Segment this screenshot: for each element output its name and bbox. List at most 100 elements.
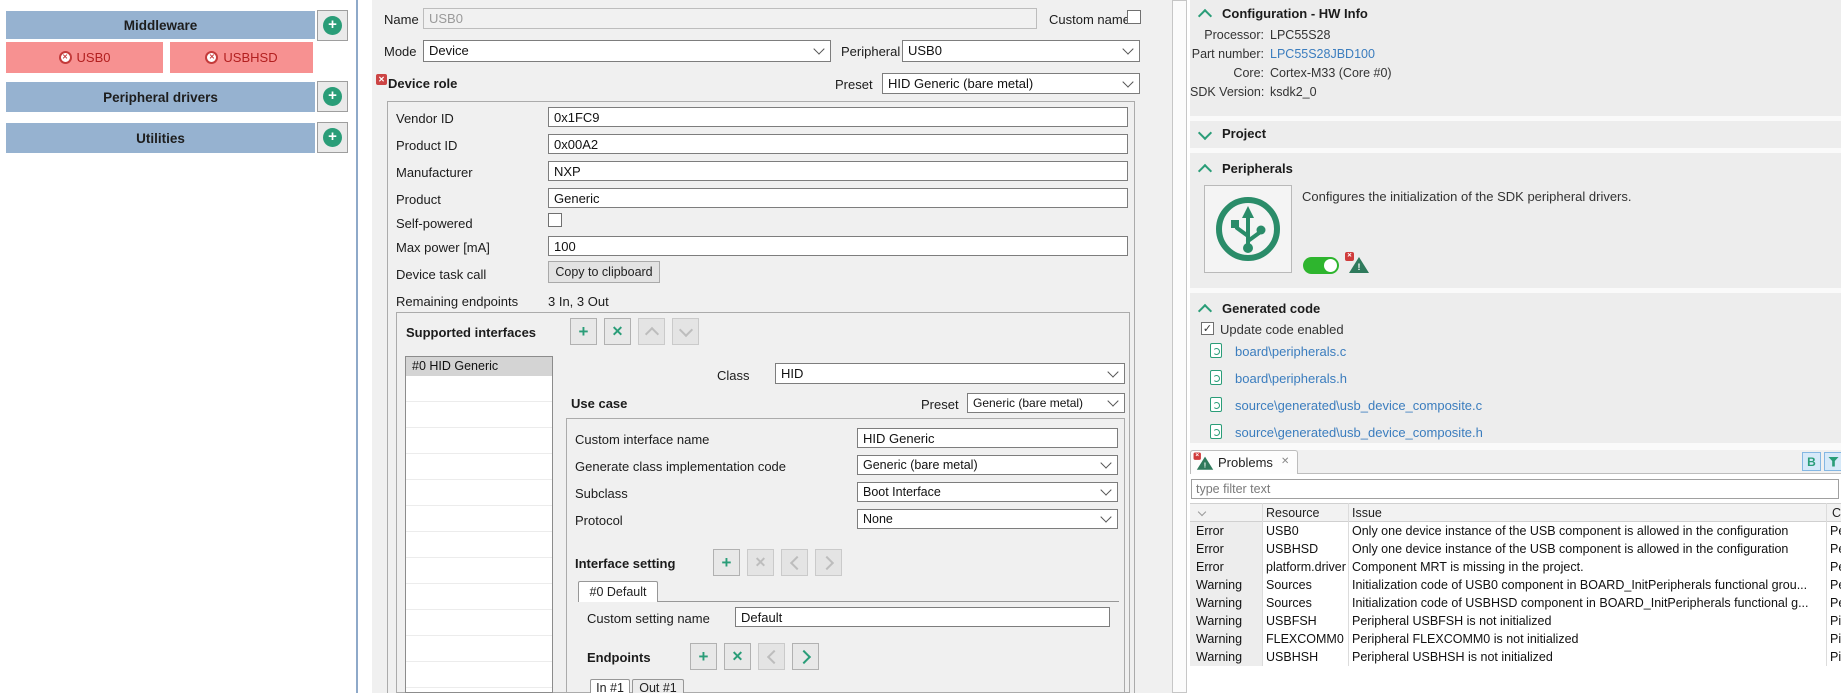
add-peripheral-driver-button[interactable]: + <box>317 81 348 112</box>
add-utility-button[interactable]: + <box>317 122 348 153</box>
peripheral-select[interactable]: USB0 <box>902 40 1140 62</box>
peripherals-tool-icon[interactable] <box>1204 185 1292 273</box>
peripherals-enable-toggle[interactable] <box>1303 257 1339 274</box>
problem-row[interactable]: Error USB0 Only one device instance of t… <box>1190 522 1841 540</box>
custom-name-checkbox[interactable] <box>1127 10 1141 24</box>
problems-table-header[interactable]: Resource Issue C <box>1190 503 1841 522</box>
error-circle-icon: ✕ <box>58 51 72 64</box>
class-select[interactable]: HID <box>775 363 1125 384</box>
empty-list-row <box>406 584 552 610</box>
generated-file-link[interactable]: source\generated\usb_device_composite.c <box>1235 398 1482 413</box>
plus-icon: + <box>323 87 342 106</box>
hw-info-title[interactable]: Configuration - HW Info <box>1222 6 1368 21</box>
product-id-label: Product ID <box>396 138 458 153</box>
utilities-section-header[interactable]: Utilities <box>6 123 315 153</box>
product-id-input[interactable]: 0x00A2 <box>548 134 1128 154</box>
overview-panel: Configuration - HW Info Processor: LPC55… <box>1190 0 1841 693</box>
endpoint-next-button[interactable] <box>792 643 819 670</box>
collapse-chevron-icon[interactable] <box>1197 163 1213 179</box>
expand-chevron-icon[interactable] <box>1197 125 1213 141</box>
endpoint-tab-in[interactable]: In #1 <box>590 679 630 693</box>
chevron-down-icon <box>678 322 693 337</box>
vertical-scrollbar[interactable] <box>1172 0 1187 693</box>
problem-row[interactable]: Warning FLEXCOMM0 Peripheral FLEXCOMM0 i… <box>1190 630 1841 648</box>
generated-file-link[interactable]: board\peripherals.h <box>1235 371 1347 386</box>
custom-interface-name-label: Custom interface name <box>575 432 710 447</box>
device-role-error-icon: ✕ <box>376 74 387 85</box>
severity-cell: Warning <box>1196 578 1243 592</box>
endpoint-remove-button[interactable]: ✕ <box>724 643 751 670</box>
problem-row[interactable]: Error platform.drivers.... Component MRT… <box>1190 558 1841 576</box>
generated-file-link[interactable]: source\generated\usb_device_composite.h <box>1235 425 1483 440</box>
peripheral-label: Peripheral <box>841 44 901 59</box>
problems-filter-input[interactable]: type filter text <box>1191 479 1839 499</box>
use-case-preset-label: Preset <box>921 397 959 412</box>
generated-code-title[interactable]: Generated code <box>1222 301 1320 316</box>
collapse-chevron-icon[interactable] <box>1197 8 1213 24</box>
setting-add-button[interactable]: + <box>713 549 740 576</box>
column-header-issue[interactable]: Issue <box>1352 506 1382 520</box>
tab-close-icon[interactable]: ✕ <box>1281 456 1289 467</box>
usb-icon <box>1216 197 1280 261</box>
interfaces-listbox[interactable]: #0 HID Generic <box>405 356 553 693</box>
custom-interface-name-input[interactable]: HID Generic <box>857 428 1118 448</box>
name-input[interactable]: USB0 <box>423 8 1037 29</box>
sort-chevron-icon <box>1197 507 1207 517</box>
max-power-input[interactable]: 100 <box>548 236 1128 256</box>
setting-tab-default[interactable]: #0 Default <box>578 581 658 602</box>
problem-row[interactable]: Warning USBFSH Peripheral USBFSH is not … <box>1190 612 1841 630</box>
protocol-select[interactable]: None <box>857 509 1118 529</box>
problem-row[interactable]: Warning Sources Initialization code of U… <box>1190 594 1841 612</box>
device-role-preset-select[interactable]: HID Generic (bare metal) <box>882 73 1140 94</box>
column-header-tail[interactable]: C <box>1832 506 1841 520</box>
setting-prev-button[interactable] <box>781 549 808 576</box>
interface-add-button[interactable]: + <box>570 318 597 345</box>
vendor-id-input[interactable]: 0x1FC9 <box>548 107 1128 127</box>
setting-remove-button[interactable]: ✕ <box>747 549 774 576</box>
add-middleware-button[interactable]: + <box>317 10 348 41</box>
remaining-endpoints-value: 3 In, 3 Out <box>548 294 609 309</box>
setting-next-button[interactable] <box>815 549 842 576</box>
custom-setting-name-input[interactable]: Default <box>735 607 1110 627</box>
product-input[interactable]: Generic <box>548 188 1128 208</box>
max-power-label: Max power [mA] <box>396 240 490 255</box>
middleware-item-usbhsd[interactable]: ✕ USBHSD <box>170 42 313 73</box>
manufacturer-label: Manufacturer <box>396 165 473 180</box>
interface-move-down-button[interactable] <box>672 318 699 345</box>
peripherals-title[interactable]: Peripherals <box>1222 161 1293 176</box>
endpoint-prev-button[interactable] <box>758 643 785 670</box>
problems-tab[interactable]: ! ✕ Problems ✕ <box>1190 450 1298 474</box>
interface-remove-button[interactable]: ✕ <box>604 318 631 345</box>
generated-file-link[interactable]: board\peripherals.c <box>1235 344 1346 359</box>
manufacturer-input[interactable]: NXP <box>548 161 1128 181</box>
peripheral-drivers-section-header[interactable]: Peripheral drivers <box>6 82 315 112</box>
subclass-select[interactable]: Boot Interface <box>857 482 1118 502</box>
problem-row[interactable]: Warning USBHSH Peripheral USBHSH is not … <box>1190 648 1841 666</box>
copy-to-clipboard-button[interactable]: Copy to clipboard <box>548 261 660 283</box>
endpoint-add-button[interactable]: + <box>690 643 717 670</box>
collapse-chevron-icon[interactable] <box>1197 303 1213 319</box>
chevron-down-icon <box>1100 457 1112 469</box>
problem-row[interactable]: Error USBHSD Only one device instance of… <box>1190 540 1841 558</box>
subclass-label: Subclass <box>575 486 628 501</box>
endpoint-tab-out[interactable]: Out #1 <box>632 679 684 693</box>
part-number-label: Part number: <box>1191 47 1264 61</box>
toolbar-filter-button[interactable] <box>1824 452 1841 471</box>
sdk-version-label: SDK Version: <box>1190 85 1265 99</box>
part-number-link[interactable]: LPC55S28JBD100 <box>1270 47 1375 61</box>
interface-move-up-button[interactable] <box>638 318 665 345</box>
use-case-preset-select[interactable]: Generic (bare metal) <box>967 393 1125 413</box>
generate-class-select[interactable]: Generic (bare metal) <box>857 455 1118 475</box>
problem-row[interactable]: Warning Sources Initialization code of U… <box>1190 576 1841 594</box>
interface-list-item-selected[interactable]: #0 HID Generic <box>406 357 552 376</box>
chevron-down-icon <box>1122 75 1134 88</box>
mode-select[interactable]: Device <box>423 40 831 62</box>
update-code-checkbox[interactable]: ✓ <box>1201 322 1214 335</box>
self-powered-checkbox[interactable] <box>548 213 562 227</box>
middleware-item-usb0[interactable]: ✕ USB0 <box>6 42 163 73</box>
middleware-section-header[interactable]: Middleware <box>6 11 315 39</box>
column-header-resource[interactable]: Resource <box>1266 506 1320 520</box>
project-title[interactable]: Project <box>1222 126 1266 141</box>
toolbar-button-b[interactable]: B <box>1802 452 1821 471</box>
remove-icon: ✕ <box>611 323 624 339</box>
